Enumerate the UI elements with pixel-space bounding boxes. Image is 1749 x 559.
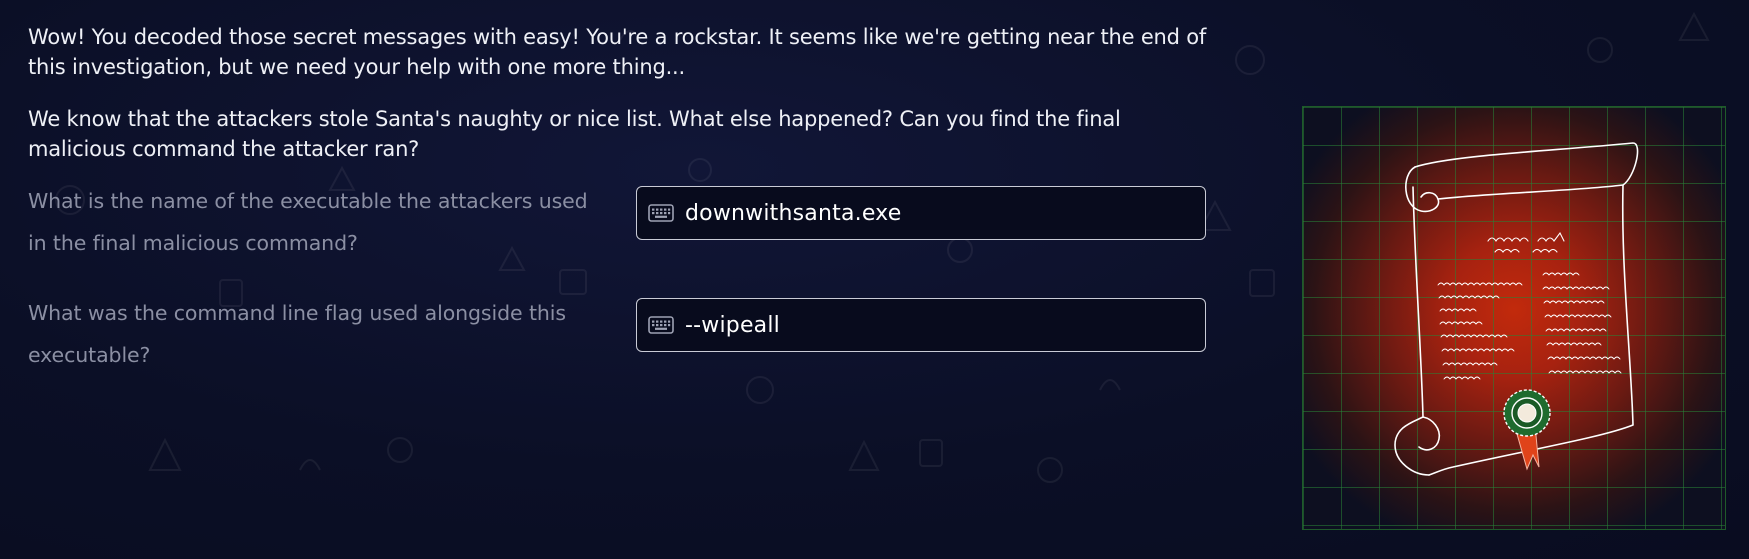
question-label-executable: What is the name of the executable the a…: [28, 189, 588, 255]
keyboard-icon: [648, 316, 674, 334]
question-row-executable: What is the name of the executable the a…: [28, 186, 1218, 264]
flag-answer-value: --wipeall: [685, 312, 780, 338]
main-content: Wow! You decoded those secret messages w…: [28, 22, 1218, 376]
intro-paragraph-2: We know that the attackers stole Santa's…: [28, 107, 1121, 161]
flag-answer-field[interactable]: --wipeall: [636, 298, 1206, 352]
scroll-illustration: [1302, 106, 1726, 530]
intro-paragraph-1: Wow! You decoded those secret messages w…: [28, 25, 1207, 79]
scroll-icon: [1394, 142, 1639, 476]
question-label-flag: What was the command line flag used alon…: [28, 301, 566, 367]
executable-answer-field[interactable]: downwithsanta.exe: [636, 186, 1206, 240]
seal-icon: [1503, 389, 1551, 471]
executable-answer-value: downwithsanta.exe: [685, 200, 902, 226]
question-row-flag: What was the command line flag used alon…: [28, 298, 1218, 376]
keyboard-icon: [648, 204, 674, 222]
